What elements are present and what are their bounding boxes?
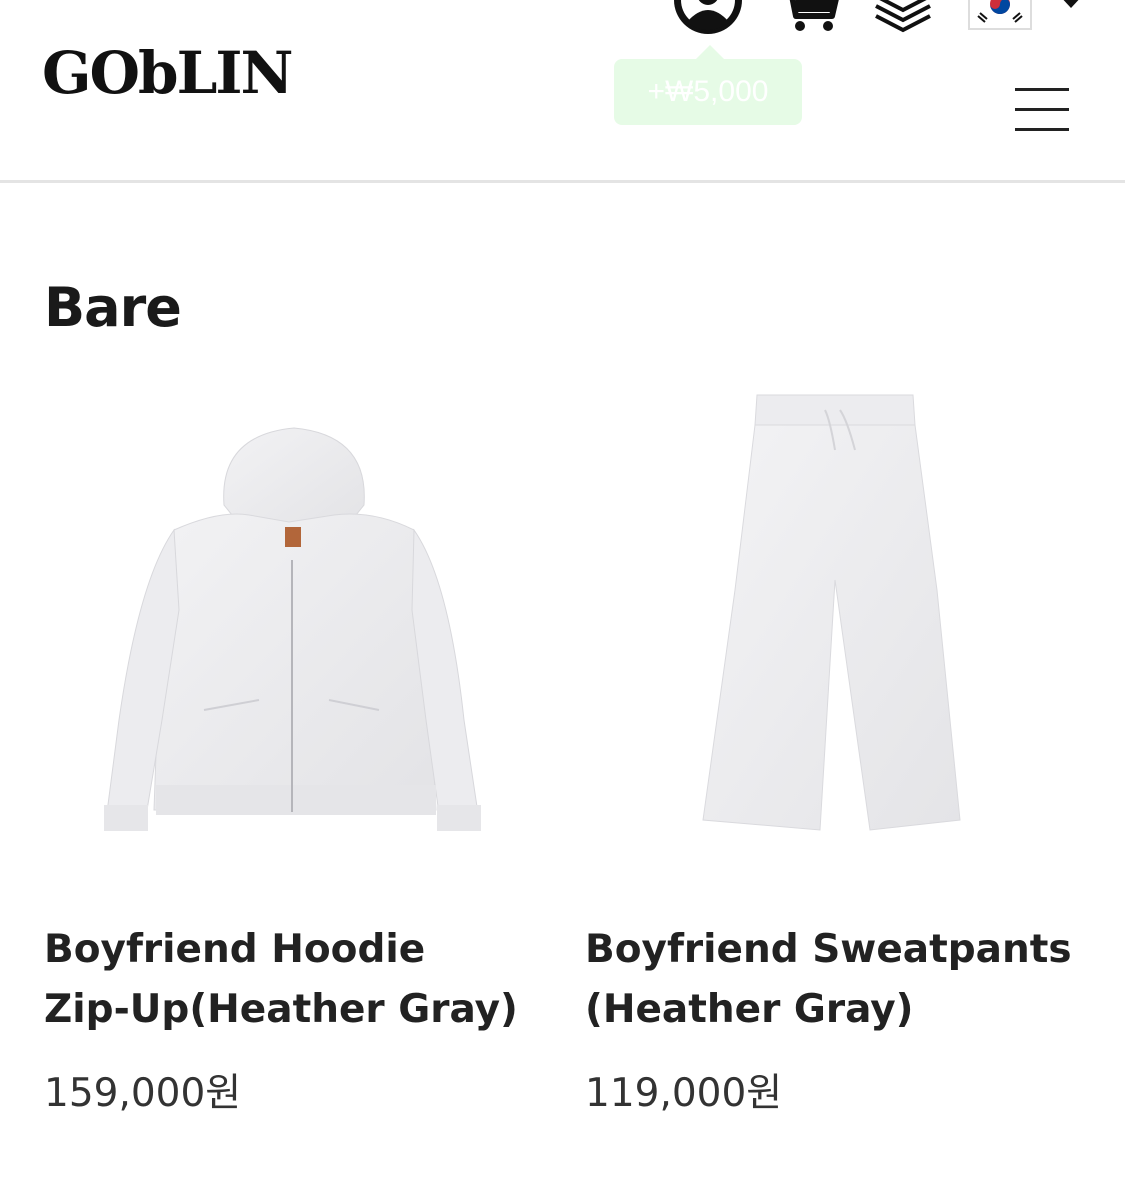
- dropdown-arrow-icon[interactable]: [1056, 0, 1086, 12]
- menu-icon[interactable]: [1015, 88, 1069, 132]
- top-icon-bar: [0, 0, 1125, 40]
- user-icon[interactable]: [672, 0, 744, 40]
- product-name[interactable]: Boyfriend Hoodie Zip-Up(Heather Gray): [44, 920, 544, 1040]
- product-name[interactable]: Boyfriend Sweatpants (Heather Gray): [585, 920, 1085, 1040]
- product-card[interactable]: Boyfriend Sweatpants (Heather Gray) 119,…: [585, 380, 1085, 1116]
- menu-line: [1015, 108, 1069, 111]
- sweatpants-image[interactable]: [585, 380, 1055, 880]
- menu-line: [1015, 88, 1069, 91]
- hoodie-image[interactable]: [44, 380, 514, 880]
- layers-icon[interactable]: [872, 0, 934, 35]
- product-price: 159,000원: [44, 1071, 242, 1116]
- menu-line: [1015, 128, 1069, 131]
- product-name-line: (Heather Gray): [585, 987, 914, 1032]
- product-name-line: Boyfriend Hoodie: [44, 927, 426, 972]
- section-title: Bare: [44, 276, 182, 339]
- site-logo[interactable]: GObLIN: [42, 44, 294, 102]
- reward-tooltip: +₩5,000: [614, 45, 802, 125]
- product-price: 119,000원: [585, 1071, 783, 1116]
- product-card[interactable]: Boyfriend Hoodie Zip-Up(Heather Gray) 15…: [44, 380, 544, 1116]
- product-name-line: Zip-Up(Heather Gray): [44, 987, 518, 1032]
- korea-flag-icon[interactable]: [968, 0, 1032, 30]
- cart-icon[interactable]: [780, 0, 840, 35]
- product-name-line: Boyfriend Sweatpants: [585, 927, 1072, 972]
- site-header: GObLIN +₩5,000: [0, 0, 1125, 183]
